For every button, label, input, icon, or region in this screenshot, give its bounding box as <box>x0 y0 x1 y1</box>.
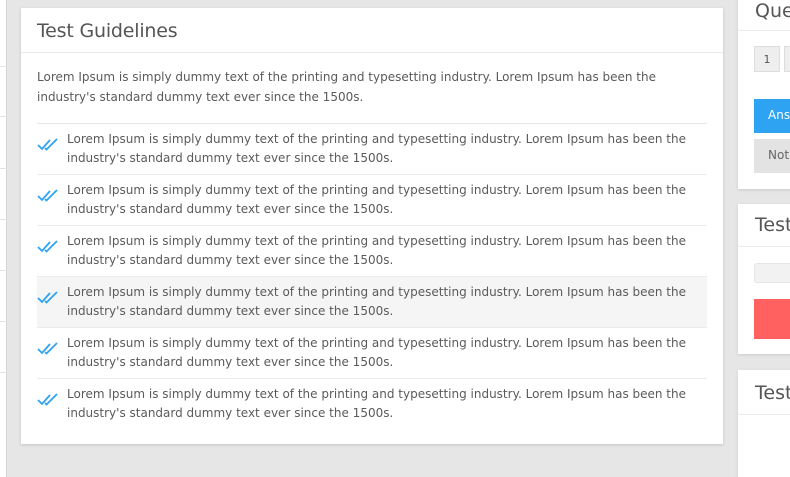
guideline-item-hovered: Lorem Ipsum is simply dummy text of the … <box>37 277 707 328</box>
guideline-text: Lorem Ipsum is simply dummy text of the … <box>67 387 687 420</box>
double-check-icon <box>37 138 58 151</box>
guidelines-list: Lorem Ipsum is simply dummy text of the … <box>37 124 707 430</box>
not-answered-button[interactable]: Not <box>754 139 790 173</box>
test-panel: Test <box>738 204 790 354</box>
alert-block[interactable] <box>754 299 790 339</box>
test-panel-title: Test <box>755 382 790 404</box>
questions-panel: Que 1 Ans Not <box>738 0 790 189</box>
guideline-text: Lorem Ipsum is simply dummy text of the … <box>67 132 687 165</box>
question-number-button[interactable] <box>784 46 790 72</box>
guideline-item: Lorem Ipsum is simply dummy text of the … <box>37 328 707 379</box>
test-guidelines-card: Test Guidelines Lorem Ipsum is simply du… <box>21 8 723 444</box>
guideline-item: Lorem Ipsum is simply dummy text of the … <box>37 379 707 430</box>
progress-track <box>754 263 790 283</box>
guideline-text: Lorem Ipsum is simply dummy text of the … <box>67 285 687 318</box>
guideline-text: Lorem Ipsum is simply dummy text of the … <box>67 183 687 216</box>
guideline-item: Lorem Ipsum is simply dummy text of the … <box>37 226 707 277</box>
guideline-text: Lorem Ipsum is simply dummy text of the … <box>67 336 687 369</box>
guideline-text: Lorem Ipsum is simply dummy text of the … <box>67 234 687 267</box>
test-panel-title: Test <box>755 214 790 236</box>
guideline-item: Lorem Ipsum is simply dummy text of the … <box>37 124 707 175</box>
questions-panel-title: Que <box>755 0 790 22</box>
card-header: Test Guidelines <box>21 8 723 53</box>
question-number-button[interactable]: 1 <box>754 46 780 72</box>
double-check-icon <box>37 393 58 406</box>
double-check-icon <box>37 240 58 253</box>
answered-button[interactable]: Ans <box>754 99 790 133</box>
double-check-icon <box>37 189 58 202</box>
guidelines-intro: Lorem Ipsum is simply dummy text of the … <box>37 67 707 124</box>
double-check-icon <box>37 291 58 304</box>
left-panel-edge <box>0 0 7 477</box>
guideline-item: Lorem Ipsum is simply dummy text of the … <box>37 175 707 226</box>
double-check-icon <box>37 342 58 355</box>
card-title: Test Guidelines <box>37 20 178 42</box>
test-panel-secondary: Test <box>738 370 790 477</box>
